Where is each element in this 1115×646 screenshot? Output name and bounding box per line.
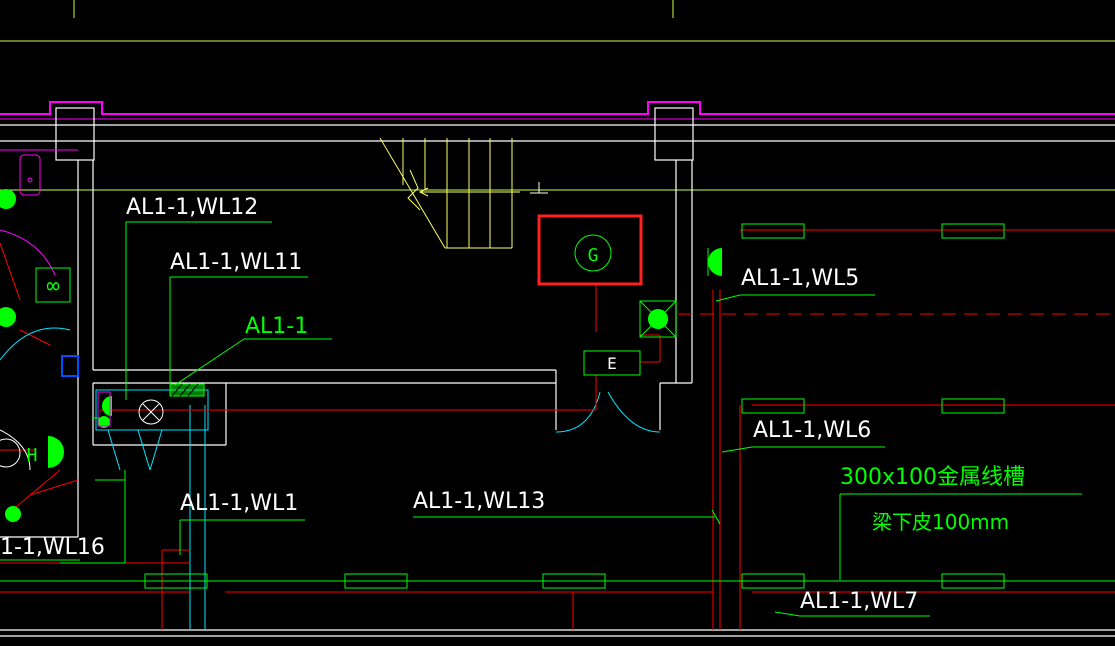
cad-drawing-canvas[interactable]: G E ∞ H AL1-1,WL12 AL1-1,WL11 AL1-1 AL1-…	[0, 0, 1115, 641]
h-symbol: H	[27, 445, 38, 466]
floor-plan-svg: G E ∞ H AL1-1,WL12 AL1-1,WL11 AL1-1 AL1-…	[0, 0, 1115, 637]
left-fixtures	[0, 149, 79, 522]
label-panel: AL1-1	[245, 314, 308, 339]
label-wl5: AL1-1,WL5	[741, 266, 859, 291]
distribution-panel-icon	[97, 383, 205, 428]
label-wl6: AL1-1,WL6	[753, 418, 871, 443]
label-wl7: AL1-1,WL7	[800, 589, 918, 614]
staircase	[379, 137, 520, 249]
axis-lines	[0, 0, 1115, 191]
door-swing-arc	[555, 391, 661, 433]
label-wl16: 1-1,WL16	[0, 535, 105, 560]
label-wl13: AL1-1,WL13	[413, 489, 545, 514]
wall-lamp-icon	[707, 248, 722, 276]
tray-spec-line2: 梁下皮100mm	[872, 510, 1009, 534]
label-wl1: AL1-1,WL1	[180, 491, 298, 516]
fan-symbol: ∞	[46, 274, 59, 299]
e-box-letter: E	[607, 354, 617, 373]
lamp-box-icon	[639, 300, 677, 338]
generator-symbol-letter: G	[588, 245, 599, 266]
tray-spec-line1: 300x100金属线槽	[840, 465, 1025, 490]
walls	[0, 107, 1115, 637]
exterior-wall-magenta	[0, 101, 1115, 115]
label-wl12: AL1-1,WL12	[126, 195, 258, 220]
label-wl11: AL1-1,WL11	[170, 250, 302, 275]
